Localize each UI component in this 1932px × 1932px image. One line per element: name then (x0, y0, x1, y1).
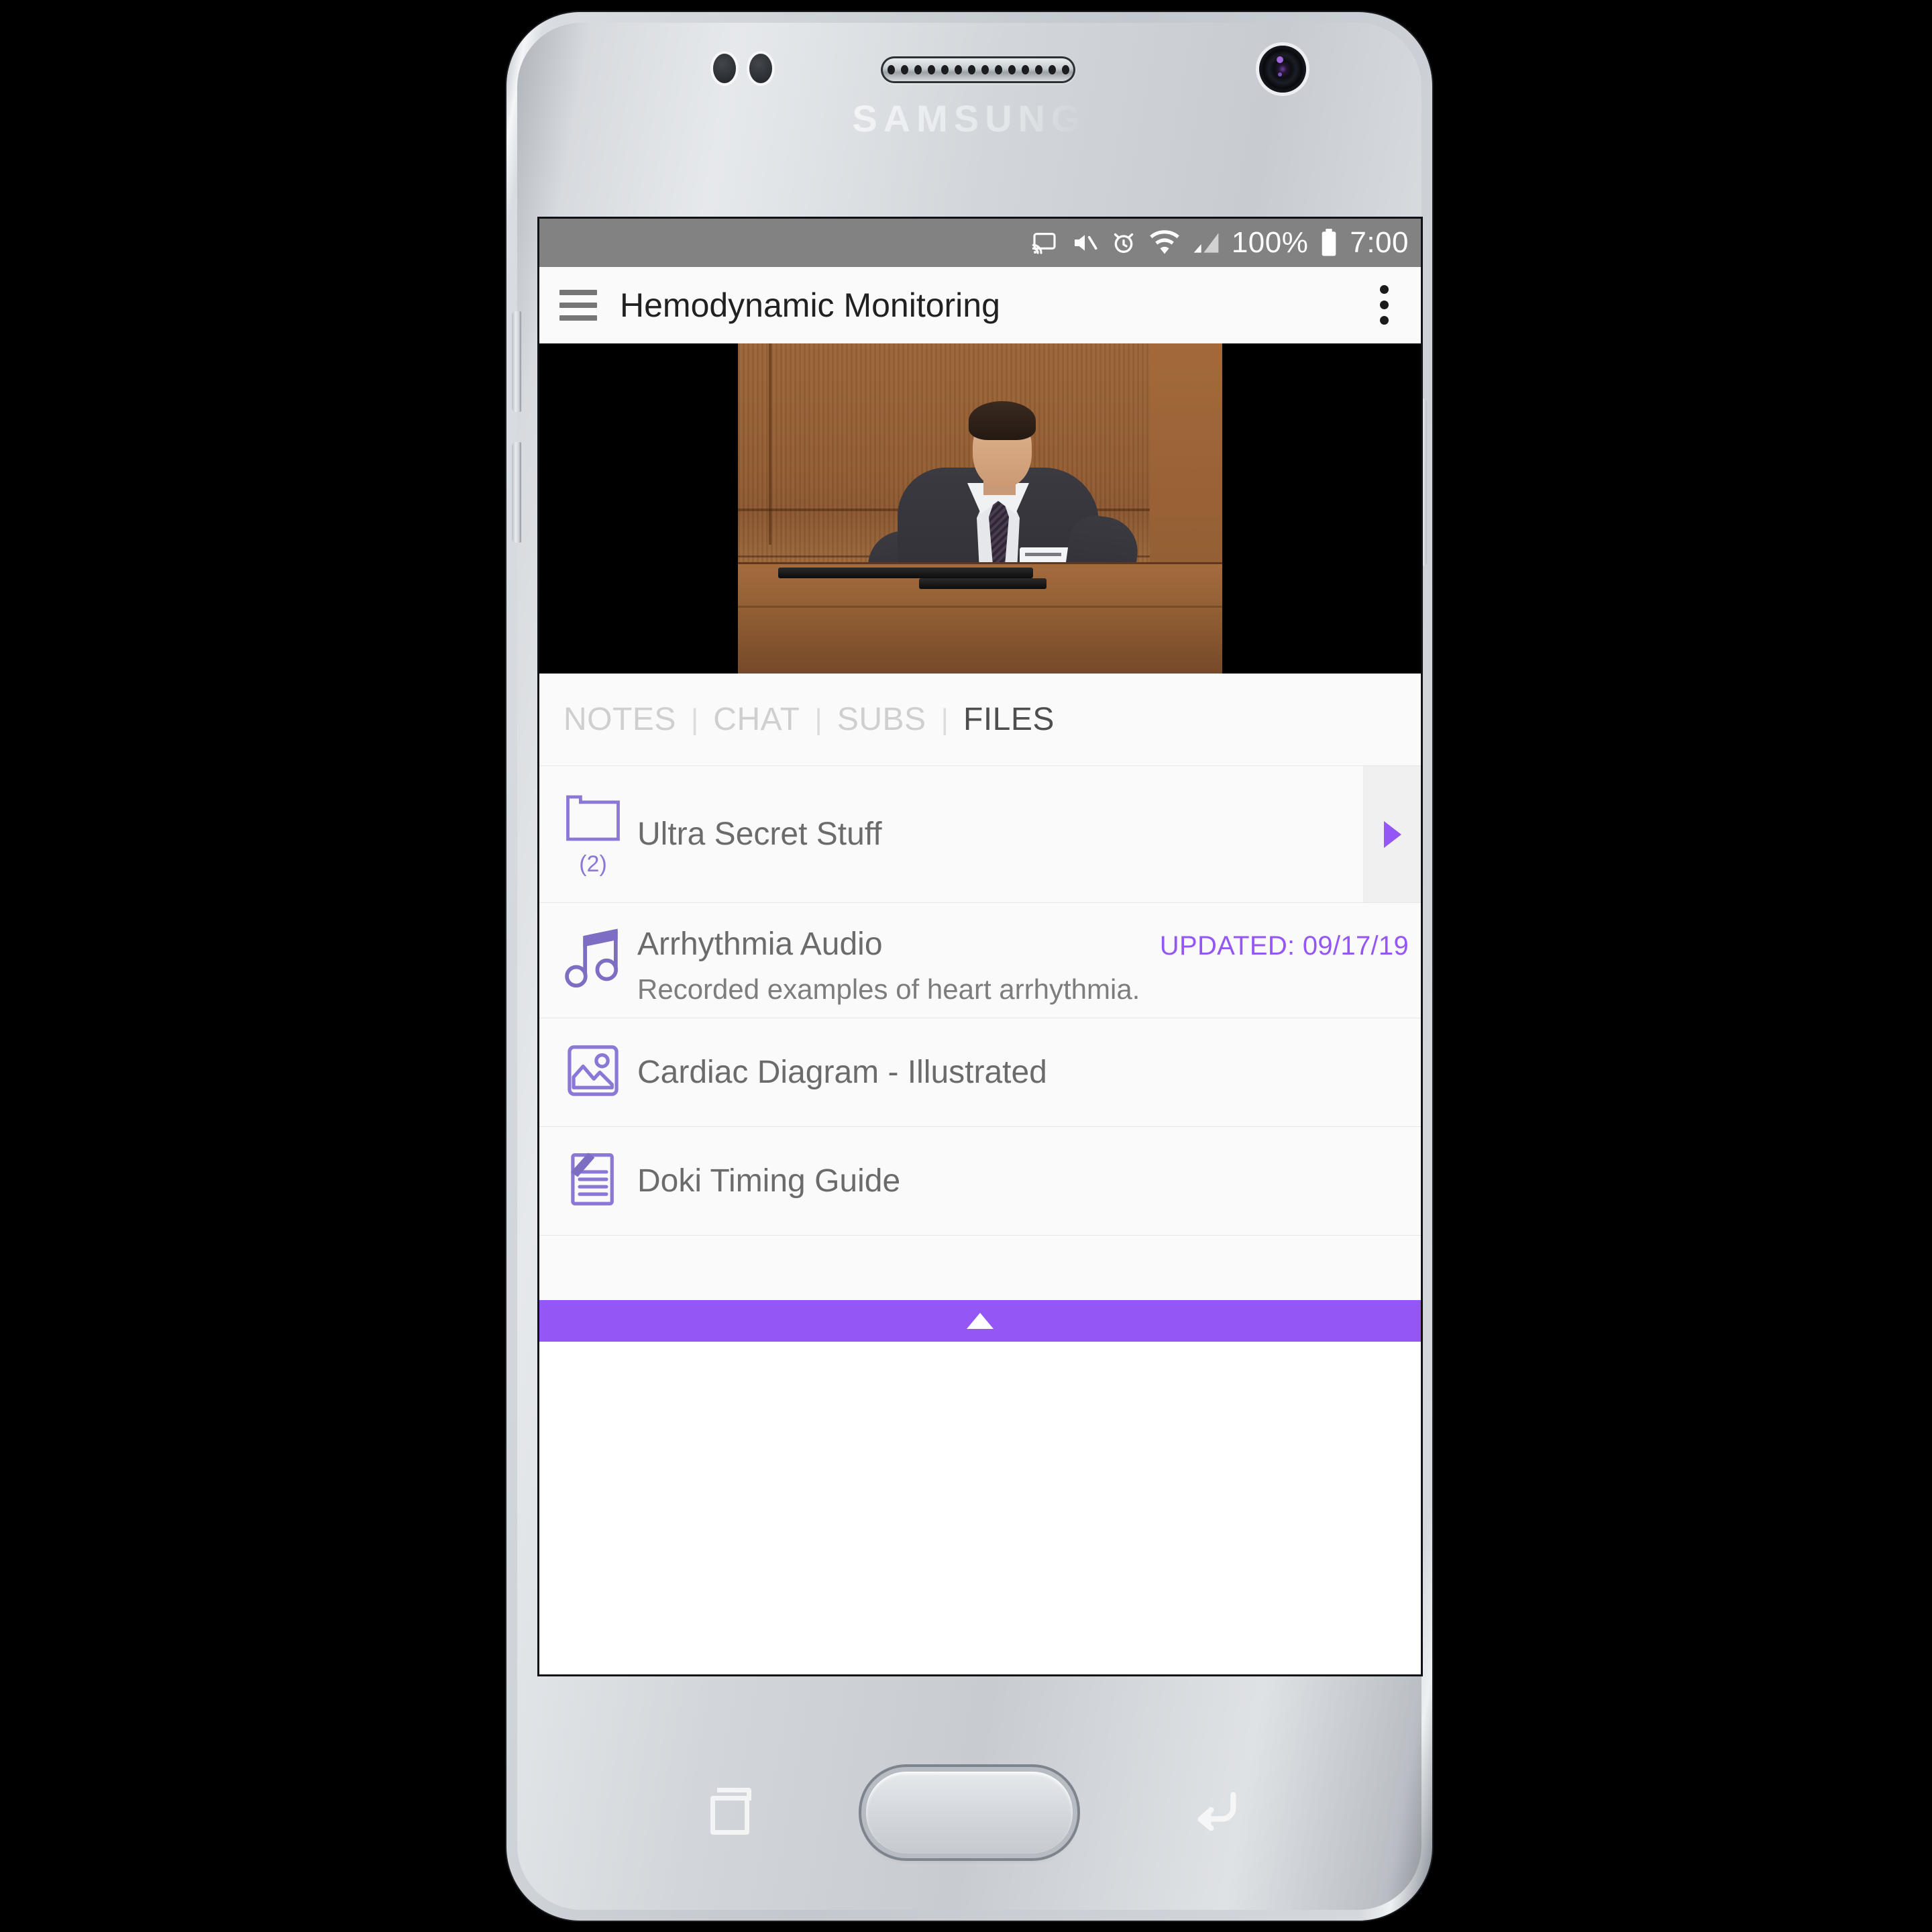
front-camera-icon (1259, 46, 1306, 93)
home-button[interactable] (866, 1772, 1073, 1854)
document-icon-cell (539, 1150, 637, 1212)
phone-device: SAMSUNG 100% 7:00 Hemodynamic Monitoring… (506, 12, 1432, 1921)
image-icon (566, 1044, 620, 1101)
tab-chat[interactable]: CHAT (713, 701, 800, 738)
clock-label: 7:00 (1350, 226, 1409, 259)
file-list: (2) Ultra Secret Stuff Arrhythmia Audio … (539, 766, 1421, 1342)
chevron-right-icon (1383, 820, 1401, 848)
tab-separator: | (690, 702, 699, 736)
tab-files[interactable]: FILES (963, 701, 1055, 738)
page-title: Hemodynamic Monitoring (620, 286, 1000, 324)
tab-separator: | (814, 702, 822, 736)
battery-percent-label: 100% (1231, 226, 1309, 259)
phone-body: SAMSUNG 100% 7:00 Hemodynamic Monitoring… (512, 23, 1427, 1910)
alarm-icon (1110, 229, 1138, 256)
audio-icon-cell (539, 928, 637, 993)
expand-panel-handle[interactable] (539, 1300, 1421, 1342)
status-bar: 100% 7:00 (539, 219, 1421, 267)
video-frame (738, 343, 1222, 674)
tab-bar: NOTES | CHAT | SUBS | FILES (539, 674, 1421, 766)
folder-title: Ultra Secret Stuff (637, 816, 882, 852)
tab-notes[interactable]: NOTES (564, 701, 676, 738)
microphone-rail (778, 568, 1033, 578)
app-bar: Hemodynamic Monitoring (539, 267, 1421, 343)
tab-separator: | (941, 702, 949, 736)
folder-icon-cell: (2) (539, 792, 637, 877)
music-note-icon (564, 928, 623, 993)
mute-icon (1071, 229, 1099, 256)
phone-screen: 100% 7:00 Hemodynamic Monitoring NOTES |… (539, 219, 1421, 1674)
earpiece-speaker (881, 56, 1075, 83)
tab-subs[interactable]: SUBS (837, 701, 926, 738)
folder-open-button[interactable] (1363, 766, 1421, 902)
audio-updated-badge: UPDATED: 09/17/19 (1159, 931, 1409, 961)
document-title: Doki Timing Guide (637, 1163, 901, 1199)
microphone-rail-2 (919, 578, 1046, 589)
signal-icon (1191, 229, 1221, 256)
hamburger-icon[interactable] (559, 289, 597, 321)
document-icon (566, 1150, 620, 1212)
audio-subtitle: Recorded examples of heart arrhythmia. (637, 973, 1140, 1005)
back-button[interactable] (1191, 1786, 1242, 1831)
image-icon-cell (539, 1044, 637, 1101)
brand-logo: SAMSUNG (517, 97, 1421, 140)
folder-item-count: (2) (579, 851, 607, 877)
image-title: Cardiac Diagram - Illustrated (637, 1055, 1047, 1090)
list-item-folder[interactable]: (2) Ultra Secret Stuff (539, 766, 1421, 903)
volume-down-button[interactable] (512, 442, 521, 543)
audio-title: Arrhythmia Audio (637, 926, 883, 962)
wifi-icon (1148, 229, 1181, 256)
light-sensor-icon (749, 54, 772, 83)
screenshot-root: SAMSUNG 100% 7:00 Hemodynamic Monitoring… (0, 0, 1932, 1932)
proximity-sensor-icon (713, 54, 736, 83)
folder-icon (565, 792, 621, 846)
wood-seam-vertical (769, 343, 771, 545)
recents-button[interactable] (704, 1786, 751, 1835)
kebab-menu-icon[interactable] (1367, 285, 1401, 325)
volume-up-button[interactable] (512, 311, 521, 412)
list-item-document[interactable]: Doki Timing Guide (539, 1127, 1421, 1236)
video-player[interactable] (539, 343, 1421, 674)
cast-icon (1029, 229, 1060, 256)
list-item-audio[interactable]: Arrhythmia Audio UPDATED: 09/17/19 Recor… (539, 903, 1421, 1018)
audio-details: Arrhythmia Audio UPDATED: 09/17/19 Recor… (637, 903, 1421, 1006)
list-item-image[interactable]: Cardiac Diagram - Illustrated (539, 1018, 1421, 1127)
caret-up-icon (967, 1313, 994, 1329)
battery-icon (1319, 229, 1339, 257)
